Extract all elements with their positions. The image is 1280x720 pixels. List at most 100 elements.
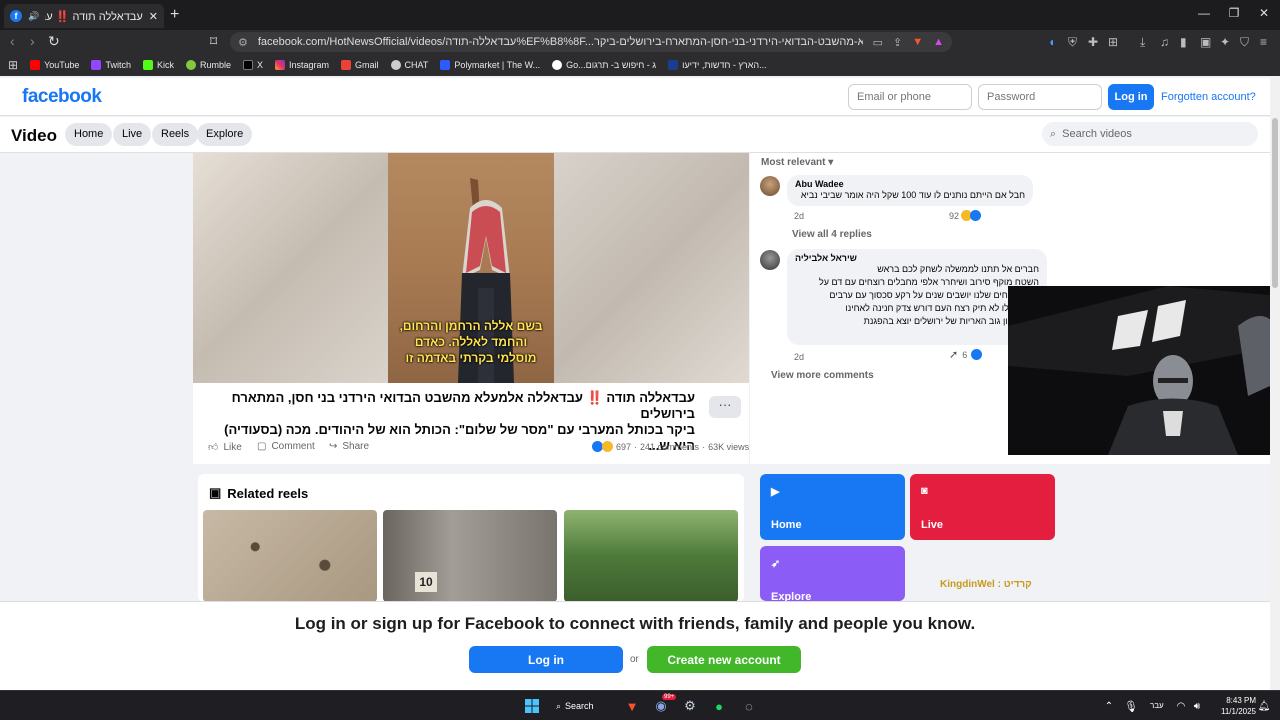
translate-icon[interactable]: ⊞	[1108, 35, 1118, 49]
chevron-up-icon[interactable]: ⌃	[1102, 697, 1116, 715]
commenter-name[interactable]: Abu Wadee	[795, 179, 1025, 189]
taskbar-search[interactable]: ⌕ Search	[556, 697, 608, 715]
comment-text-line: בזמן שאחים שלנו יושבים שנים על רקע סכסוך…	[829, 290, 1039, 300]
tab-home[interactable]: Home	[65, 123, 113, 146]
extensions-icon[interactable]: ✚	[1088, 35, 1098, 49]
bookmark-rumble[interactable]: Rumble	[185, 60, 231, 70]
bookmark-polymarket[interactable]: Polymarket | The W...	[440, 60, 540, 70]
bookmark-twitch[interactable]: Twitch	[91, 60, 131, 70]
site-settings-icon[interactable]: ⚙	[238, 36, 248, 49]
reaction-count[interactable]: 697	[616, 442, 631, 452]
view-replies-link[interactable]: View all 4 replies	[792, 229, 872, 240]
related-reel-thumbnail[interactable]: 10	[383, 510, 557, 602]
home-tile[interactable]: ▶ Home	[760, 474, 905, 540]
share-icon[interactable]: ⇪	[893, 36, 902, 49]
polymarket-icon	[440, 60, 451, 70]
commenter-name[interactable]: שיראל אלביליה	[795, 253, 1039, 263]
password-field[interactable]	[978, 84, 1102, 110]
view-more-comments-link[interactable]: View more comments	[771, 370, 874, 381]
app-icon[interactable]: ◌	[740, 697, 758, 715]
bookmark-kick[interactable]: Kick	[142, 60, 174, 70]
notifications-icon[interactable]: 🔔︎	[1258, 697, 1271, 715]
bookmark-instagram[interactable]: Instagram	[275, 60, 329, 70]
comment-time[interactable]: 2d	[794, 211, 804, 221]
header-login-button[interactable]: Log in	[1108, 84, 1154, 110]
x-icon	[242, 60, 253, 70]
close-tab-icon[interactable]: ✕	[149, 10, 158, 23]
avatar[interactable]	[760, 176, 780, 196]
comment-icon: ▢	[257, 441, 267, 452]
minimize-icon[interactable]: —	[1194, 6, 1214, 20]
windows-start-icon[interactable]	[523, 697, 541, 715]
close-window-icon[interactable]: ✕	[1254, 6, 1274, 20]
video-blur-right	[554, 153, 749, 383]
tab-live[interactable]: Live	[113, 123, 152, 146]
brave-rewards-icon[interactable]: ▲	[933, 36, 944, 48]
wallet-icon[interactable]: ▣	[1200, 35, 1211, 49]
email-field[interactable]	[848, 84, 972, 110]
browser-tab[interactable]: f 🔊 עבדאללה תודה ‼️ עבדאללה אל... ✕	[4, 4, 164, 28]
like-button[interactable]: 👍︎ Like	[208, 441, 242, 454]
related-reel-thumbnail[interactable]	[564, 510, 738, 602]
restore-icon[interactable]: ❐	[1224, 6, 1244, 20]
sidebar-icon[interactable]: ▮	[1180, 35, 1187, 49]
tab-title: עבדאללה תודה ‼️ עבדאללה אל...	[45, 10, 143, 23]
banner-login-button[interactable]: Log in	[469, 646, 623, 673]
bookmark-google-translate[interactable]: Go...ג - חיפוש ב- תרגום	[552, 60, 656, 70]
volume-icon[interactable]: 🔊︎	[1190, 697, 1204, 715]
audio-icon[interactable]: ◖	[1048, 35, 1055, 49]
steam-icon[interactable]: ⚙	[681, 697, 699, 715]
brave-shield-icon[interactable]: ▼	[912, 36, 923, 48]
forgotten-account-link[interactable]: Forgotten account?	[1161, 91, 1256, 103]
new-tab-icon[interactable]: +	[170, 6, 179, 24]
taskbar-clock[interactable]: 8:43 PM 11/1/2025	[1210, 695, 1256, 717]
sort-comments-dropdown[interactable]: Most relevant ▾	[761, 157, 833, 168]
speaker-icon[interactable]: 🔊	[28, 11, 39, 22]
url-bar[interactable]: ⚙ facebook.com/HotNewsOfficial/videos/עב…	[230, 32, 952, 52]
tab-reels[interactable]: Reels	[152, 123, 199, 146]
reload-icon[interactable]: ↻	[48, 34, 60, 48]
explore-tile[interactable]: ➶ Explore	[760, 546, 905, 601]
vpn-icon[interactable]: ⛉	[1240, 35, 1249, 49]
avatar[interactable]	[760, 250, 780, 270]
related-reel-thumbnail[interactable]	[203, 510, 377, 602]
bookmark-chat[interactable]: CHAT	[390, 60, 428, 70]
leo-icon[interactable]: ✦	[1220, 35, 1230, 49]
video-player[interactable]: בשם אללה הרחמן והרחום, והחמד לאללה. כאדם…	[193, 153, 749, 383]
bookmark-gmail[interactable]: Gmail	[341, 60, 379, 70]
comment-reactions[interactable]: ➚ 6	[949, 348, 983, 361]
forward-icon[interactable]: ›	[30, 34, 35, 48]
comment-button[interactable]: ▢ Comment	[257, 441, 315, 452]
more-options-button[interactable]: ···	[709, 396, 741, 418]
video-stats: 697 · 241 comments · 63K views	[592, 441, 749, 452]
or-separator: or	[630, 654, 639, 665]
bookmark-haaretz[interactable]: הארץ - חדשות, ידיעו...	[668, 60, 767, 70]
live-tile[interactable]: ◙ Live	[910, 474, 1055, 540]
tab-explore[interactable]: Explore	[197, 123, 253, 146]
video-search-input[interactable]: ⌕ Search videos	[1042, 122, 1258, 146]
bookmark-x[interactable]: X	[242, 60, 263, 70]
scrollbar-thumb[interactable]	[1272, 118, 1278, 288]
kick-icon	[142, 60, 153, 70]
spotify-icon[interactable]: ●	[710, 697, 728, 715]
apps-grid-icon[interactable]: ⊞	[8, 58, 18, 72]
share-button[interactable]: ↪ Share	[329, 441, 369, 452]
comment-time[interactable]: 2d	[794, 352, 804, 362]
bookmark-icon[interactable]: ⌑	[210, 34, 217, 48]
comments-count[interactable]: 241 comments	[640, 442, 699, 452]
cast-icon[interactable]: ▭	[873, 36, 883, 49]
microphone-icon[interactable]: 🎙︎	[1124, 697, 1138, 715]
comment-reactions[interactable]: 92	[949, 210, 982, 221]
back-icon[interactable]: ‹	[10, 34, 15, 48]
bookmark-youtube[interactable]: YouTube	[30, 60, 79, 70]
wifi-icon[interactable]: ◠	[1174, 697, 1188, 715]
language-indicator[interactable]: עבר	[1150, 701, 1164, 710]
facebook-logo[interactable]: facebook	[22, 86, 102, 108]
see-more-link[interactable]: Se	[795, 328, 1039, 341]
create-account-button[interactable]: Create new account	[647, 646, 801, 673]
menu-icon[interactable]: ≡	[1260, 35, 1267, 49]
download-icon[interactable]: ⤓	[1140, 35, 1145, 49]
shield-icon[interactable]: ⛨	[1068, 35, 1077, 49]
brave-browser-icon[interactable]: ▼	[623, 697, 641, 715]
music-icon[interactable]: ♫	[1160, 35, 1169, 49]
